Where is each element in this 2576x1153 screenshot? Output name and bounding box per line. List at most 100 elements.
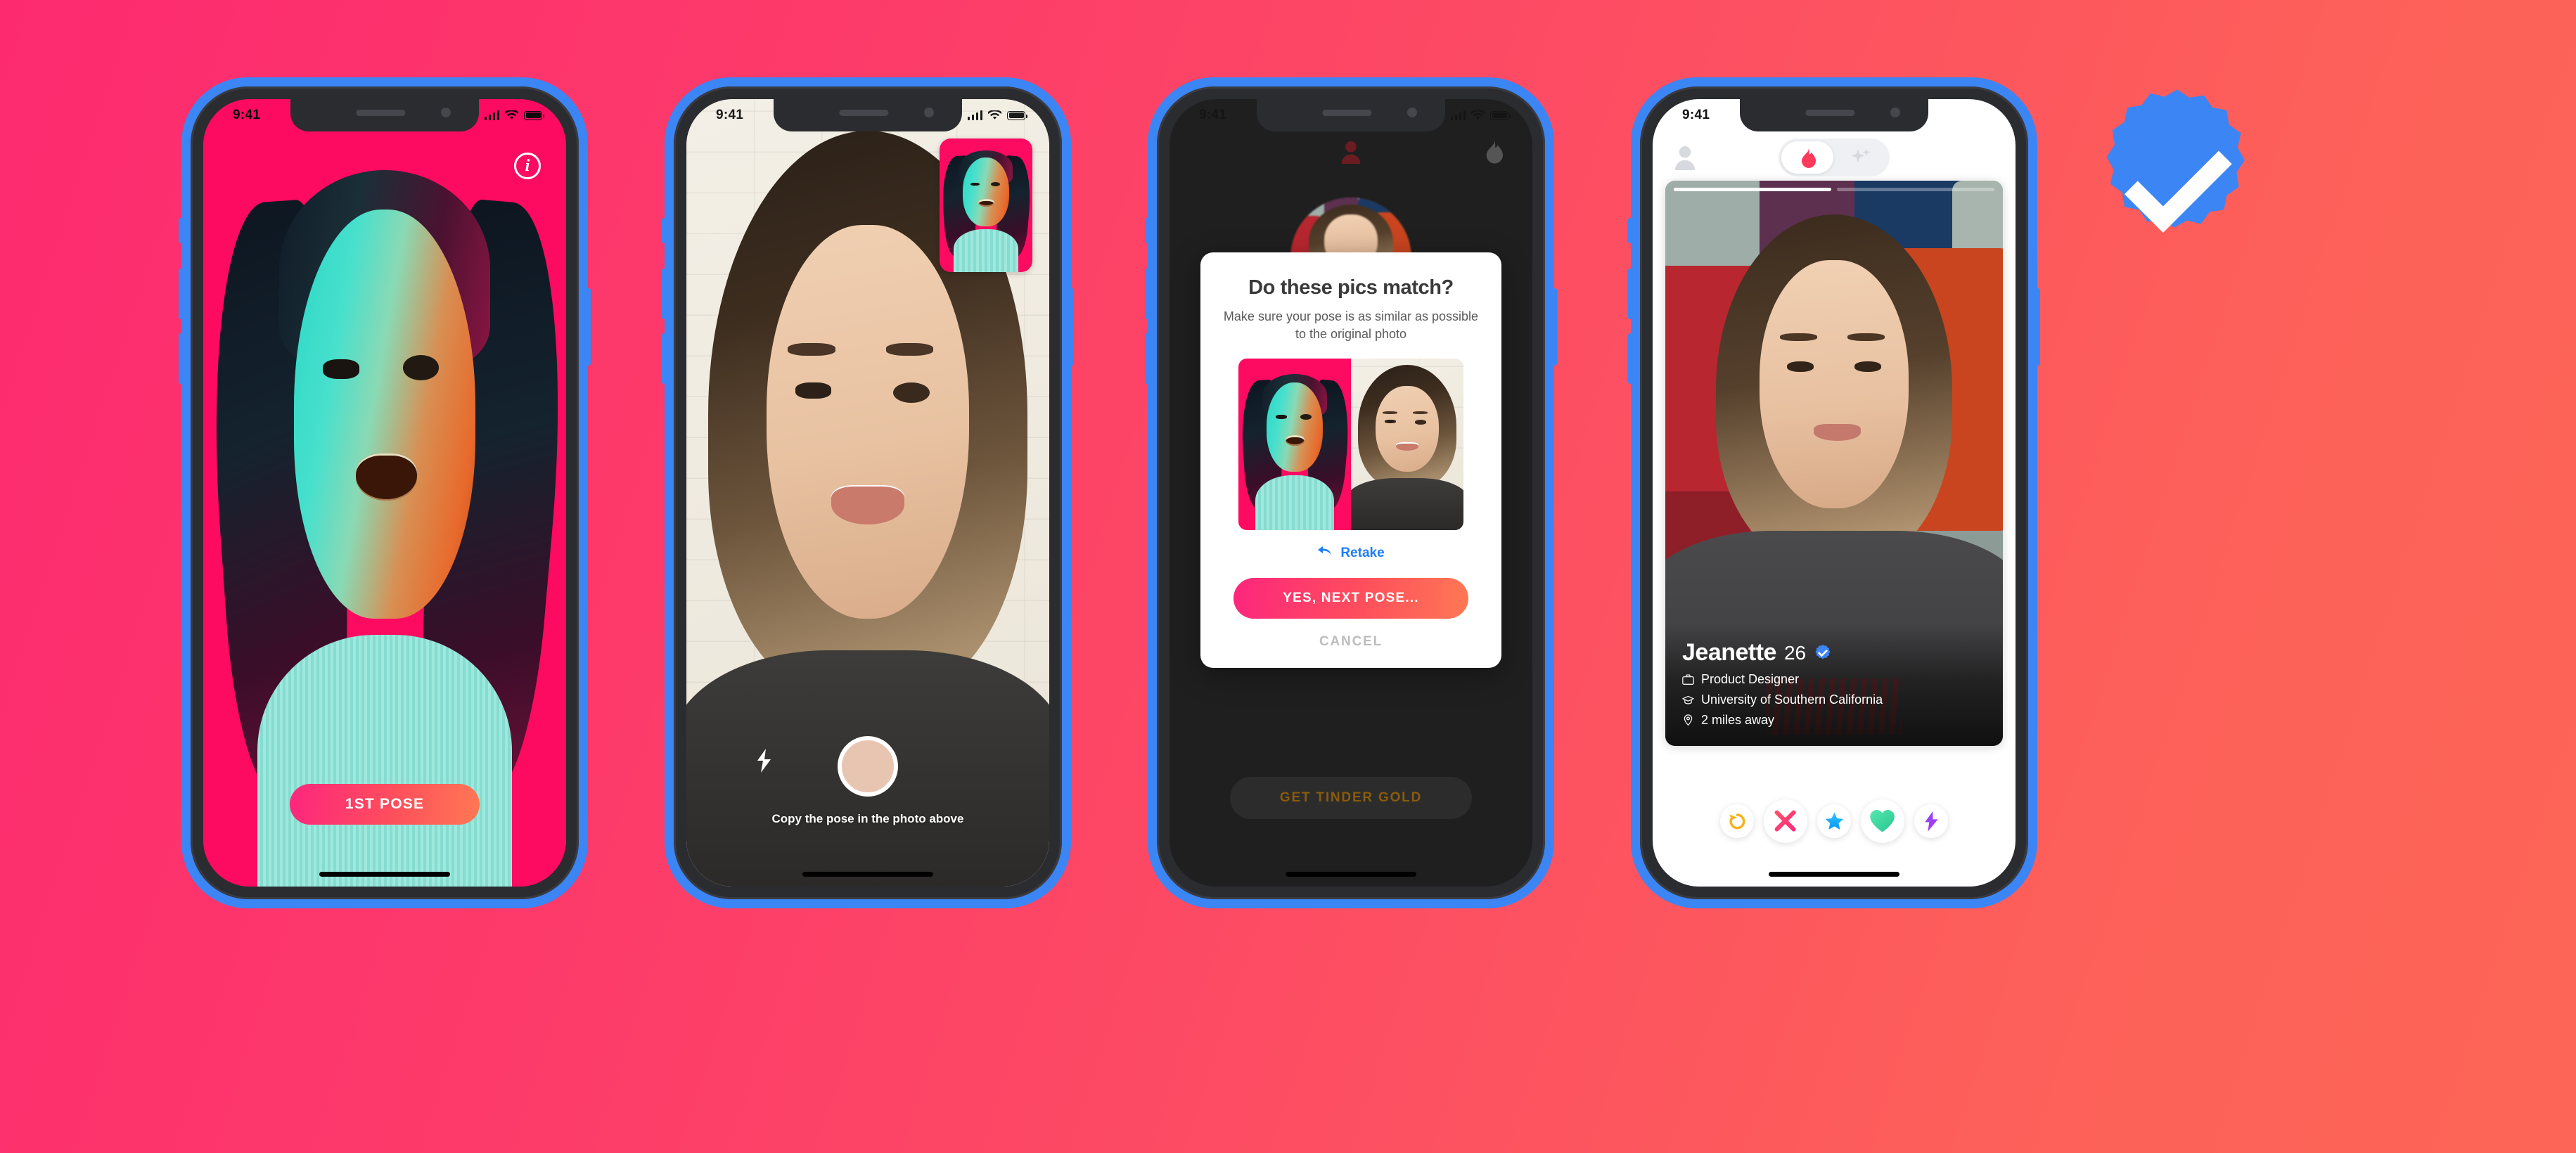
phone-bezel: 9:41 i 1ST POSE [191, 86, 579, 899]
device-notch [1257, 99, 1445, 131]
profile-info: Jeanette 26 Product Designer University … [1665, 624, 2003, 746]
flash-icon[interactable] [757, 749, 774, 773]
front-camera [1890, 108, 1900, 117]
rewind-icon [1729, 813, 1745, 829]
silent-switch[interactable] [1628, 218, 1634, 243]
volume-down-button[interactable] [1145, 333, 1151, 384]
profile-card[interactable]: Jeanette 26 Product Designer University … [1665, 181, 2003, 746]
camera-hint-text: Copy the pose in the photo above [771, 812, 964, 825]
home-indicator [319, 872, 450, 877]
reference-pose-thumbnail[interactable] [940, 139, 1032, 272]
rewind-button[interactable] [1720, 804, 1754, 838]
info-icon[interactable]: i [514, 153, 541, 179]
home-indicator [1286, 872, 1416, 877]
photo-progress-bar [1674, 188, 1994, 191]
screen-confirm-modal: 9:41 Do these pics match? Make sure your… [1170, 99, 1532, 887]
tab-discover[interactable] [1781, 141, 1833, 174]
phone-mockup-discovery: 9:41 Jeanette 26 Product Designer Univer… [1628, 77, 2040, 908]
photo-comparison [1238, 358, 1463, 530]
captured-photo [1351, 358, 1463, 530]
earpiece-speaker [1322, 110, 1372, 116]
shutter-button[interactable] [838, 736, 898, 797]
person-icon [1341, 141, 1361, 164]
profile-detail-job: Product Designer [1682, 672, 1986, 687]
retake-button[interactable]: Retake [1219, 546, 1483, 561]
front-camera [1407, 108, 1417, 117]
modal-title: Do these pics match? [1248, 276, 1454, 299]
power-button[interactable] [1551, 288, 1557, 366]
progress-segment-1[interactable] [1674, 188, 1831, 191]
profile-distance-text: 2 miles away [1701, 713, 1775, 727]
app-nav-bar [1653, 136, 2016, 179]
original-photo [1238, 358, 1351, 530]
screen-discovery: 9:41 Jeanette 26 Product Designer Univer… [1653, 99, 2016, 887]
profile-detail-school: University of Southern California [1682, 693, 1986, 707]
pose-match-modal: Do these pics match? Make sure your pose… [1200, 252, 1501, 668]
like-button[interactable] [1861, 799, 1904, 843]
neon-portrait-photo [203, 99, 566, 887]
undo-arrow-icon [1318, 546, 1331, 555]
earpiece-speaker [1805, 110, 1855, 116]
boost-bolt-icon [1924, 811, 1938, 832]
power-button[interactable] [1068, 288, 1074, 366]
volume-up-button[interactable] [662, 269, 667, 319]
front-camera [441, 108, 451, 117]
person-icon[interactable] [1674, 145, 1696, 170]
volume-down-button[interactable] [1628, 333, 1634, 384]
heart-icon [1870, 810, 1895, 832]
location-pin-icon [1684, 714, 1693, 726]
silent-switch[interactable] [1145, 218, 1151, 243]
nope-button[interactable] [1764, 799, 1807, 843]
sparkles-icon [1852, 148, 1871, 162]
boost-button[interactable] [1914, 804, 1948, 838]
profile-name-row: Jeanette 26 [1682, 639, 1986, 666]
first-pose-button[interactable]: 1ST POSE [290, 784, 480, 825]
verified-check-badge [2106, 89, 2245, 233]
device-notch [290, 99, 479, 131]
flame-icon [1802, 147, 1816, 168]
flame-icon [1486, 139, 1503, 164]
close-x-icon [1774, 810, 1797, 832]
swipe-action-bar [1653, 799, 2016, 843]
get-tinder-gold-button[interactable]: GET TINDER GOLD [1230, 777, 1472, 819]
profile-job-text: Product Designer [1701, 672, 1800, 686]
volume-up-button[interactable] [179, 269, 184, 319]
phone-mockup-camera: 9:41 Copy the pose in the photo above [662, 77, 1074, 908]
super-like-button[interactable] [1817, 804, 1851, 838]
power-button[interactable] [2034, 288, 2040, 366]
screen-camera: 9:41 Copy the pose in the photo above [686, 99, 1049, 887]
silent-switch[interactable] [662, 218, 667, 243]
device-notch [1740, 99, 1928, 131]
retake-label: Retake [1340, 545, 1385, 560]
volume-up-button[interactable] [1145, 269, 1151, 319]
mode-toggle [1779, 139, 1890, 176]
volume-down-button[interactable] [662, 333, 667, 384]
star-icon [1825, 812, 1843, 830]
status-time: 9:41 [1682, 108, 1710, 122]
phone-mockup-confirm-modal: 9:41 Do these pics match? Make sure your… [1145, 77, 1557, 908]
modal-subtitle: Make sure your pose is as similar as pos… [1223, 309, 1479, 341]
progress-segment-2[interactable] [1837, 188, 1994, 191]
profile-detail-distance: 2 miles away [1682, 713, 1986, 728]
volume-down-button[interactable] [179, 333, 184, 384]
phone-bezel: 9:41 Jeanette 26 Product Designer Univer… [1640, 86, 2028, 899]
tab-top-picks[interactable] [1835, 141, 1887, 174]
phone-bezel: 9:41 Copy the pose in the photo above [674, 86, 1062, 899]
screen-pose-capture: 9:41 i 1ST POSE [203, 99, 566, 887]
phone-mockup-pose-capture: 9:41 i 1ST POSE [179, 77, 591, 908]
front-camera [924, 108, 934, 117]
volume-up-button[interactable] [1628, 269, 1634, 319]
profile-school-text: University of Southern California [1701, 693, 1883, 707]
briefcase-icon [1682, 674, 1694, 685]
profile-name: Jeanette [1682, 639, 1776, 666]
earpiece-speaker [356, 110, 406, 116]
graduation-cap-icon [1682, 695, 1694, 704]
device-notch [774, 99, 962, 131]
power-button[interactable] [585, 288, 591, 366]
silent-switch[interactable] [179, 218, 184, 243]
phone-bezel: 9:41 Do these pics match? Make sure your… [1157, 86, 1545, 899]
cancel-button[interactable]: CANCEL [1219, 634, 1483, 650]
home-indicator [802, 872, 933, 877]
yes-next-pose-button[interactable]: YES, NEXT POSE... [1233, 577, 1468, 619]
profile-age: 26 [1783, 641, 1807, 664]
